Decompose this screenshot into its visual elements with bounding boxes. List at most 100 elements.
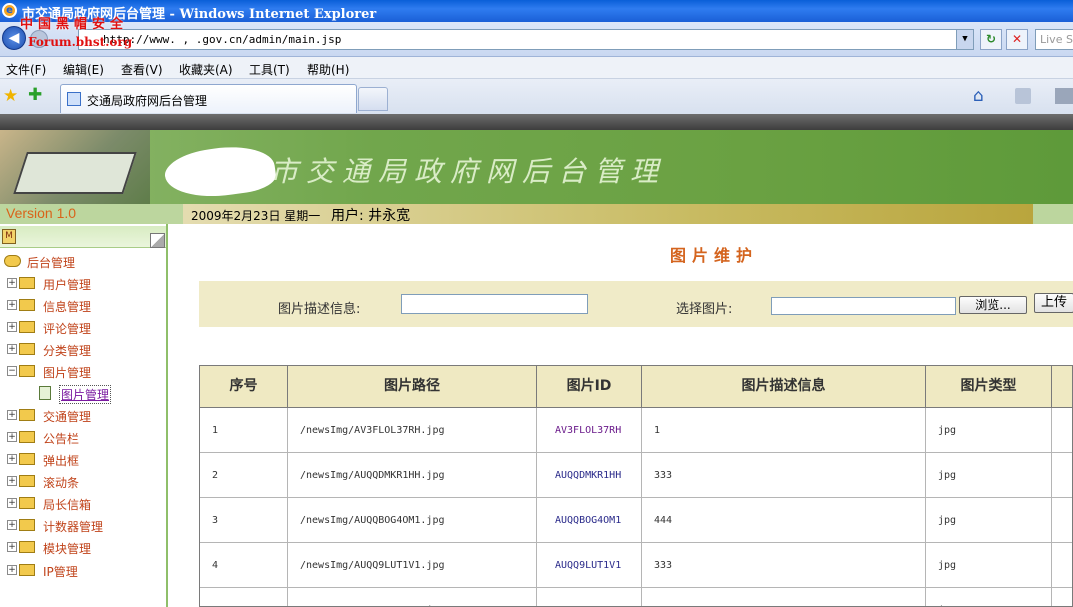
- folder-icon: [19, 277, 35, 289]
- cell-id: AUQQ8AFFBAY: [537, 588, 642, 606]
- cell-path: /newsImg/AUQQBOG4OM1.jpg: [288, 498, 537, 543]
- menu-tools[interactable]: 工具(T): [249, 61, 290, 78]
- cell-desc: 1: [642, 408, 926, 453]
- expand-icon[interactable]: +: [7, 565, 17, 575]
- folder-icon: [19, 431, 35, 443]
- feed-icon[interactable]: [1015, 88, 1031, 104]
- column-header: 图片ID: [537, 366, 642, 408]
- tab-active[interactable]: 交通局政府网后台管理: [60, 84, 357, 113]
- sidebar-item-label: 滚动条: [43, 476, 80, 490]
- sidebar-item-label: 评论管理: [43, 322, 92, 336]
- sidebar-item-label: 弹出框: [43, 454, 80, 468]
- version-label: Version 1.0: [6, 205, 77, 221]
- chevron-down-icon[interactable]: ▼: [956, 30, 973, 49]
- ie-logo-icon: e: [2, 3, 17, 18]
- laptop-image: [0, 130, 150, 204]
- cell-type: jpg: [926, 408, 1052, 453]
- cell-path: /newsImg/AUQQ8AFFBAY.jpg: [288, 588, 537, 606]
- cell-id: AUQQ9LUT1V1: [537, 543, 642, 588]
- menu-edit[interactable]: 编辑(E): [63, 61, 104, 78]
- address-url: http://www. , .gov.cn/admin/main.jsp: [103, 33, 342, 46]
- folder-icon: [19, 475, 35, 487]
- folder-open-icon: [19, 365, 35, 377]
- expand-icon[interactable]: +: [7, 278, 17, 288]
- new-tab-button[interactable]: [358, 87, 388, 111]
- expand-icon[interactable]: +: [7, 454, 17, 464]
- expand-icon[interactable]: +: [7, 520, 17, 530]
- add-favorite-icon[interactable]: ✚: [28, 85, 42, 105]
- sidebar-item-label: 交通管理: [43, 410, 92, 424]
- desc-input[interactable]: [401, 294, 588, 314]
- sidebar-item-label: 公告栏: [43, 432, 80, 446]
- sidebar-item-label: 信息管理: [43, 300, 92, 314]
- cell-desc: 333: [642, 453, 926, 498]
- cell-id: AUQQBOG4OM1: [537, 498, 642, 543]
- cell-index: 4: [200, 543, 288, 588]
- search-input[interactable]: Live S: [1035, 29, 1073, 50]
- select-label: 选择图片:: [676, 302, 733, 317]
- file-input[interactable]: [771, 297, 956, 315]
- folder-icon: [19, 299, 35, 311]
- watermark-url: Forum.bhst.org: [28, 35, 133, 49]
- column-header: 序号: [200, 366, 288, 408]
- sidebar-header: [0, 226, 166, 248]
- cell-extra: [1052, 408, 1072, 453]
- sidebar-item-label: 计数器管理: [43, 520, 104, 534]
- sidebar-leaf-label[interactable]: 图片管理: [59, 385, 112, 404]
- folder-icon: [19, 343, 35, 355]
- cell-type: jpg: [926, 543, 1052, 588]
- expand-icon[interactable]: +: [7, 322, 17, 332]
- cell-type: jpg: [926, 588, 1052, 606]
- menu-favorites[interactable]: 收藏夹(A): [179, 61, 233, 78]
- browse-button[interactable]: 浏览...: [959, 296, 1027, 314]
- expand-icon[interactable]: +: [7, 498, 17, 508]
- address-input[interactable]: http://www. , .gov.cn/admin/main.jsp ▼: [78, 29, 974, 50]
- menu-view[interactable]: 查看(V): [121, 61, 163, 78]
- site-banner: 市交通局政府网后台管理: [0, 130, 1073, 204]
- refresh-button[interactable]: ↻: [980, 29, 1002, 50]
- home-icon[interactable]: M: [2, 229, 16, 244]
- page-title: 图片维护: [670, 246, 759, 265]
- desc-label: 图片描述信息:: [278, 302, 361, 317]
- column-header: 图片描述信息: [642, 366, 926, 408]
- expand-icon[interactable]: +: [7, 344, 17, 354]
- tab-title: 交通局政府网后台管理: [87, 94, 208, 108]
- sidebar-item-label: 局长信箱: [43, 498, 92, 512]
- folder-icon: [19, 497, 35, 509]
- favorites-star-icon[interactable]: ★: [3, 86, 18, 106]
- folder-icon: [19, 453, 35, 465]
- cell-extra: [1052, 498, 1072, 543]
- cell-index: 3: [200, 498, 288, 543]
- cell-path: /newsImg/AUQQDMKR1HH.jpg: [288, 453, 537, 498]
- folder-icon: [19, 409, 35, 421]
- cell-index: 5: [200, 588, 288, 606]
- expand-icon[interactable]: +: [7, 410, 17, 420]
- image-table: 序号 图片路径 图片ID 图片描述信息 图片类型 1 /newsImg/AV3F…: [199, 365, 1073, 607]
- expand-icon[interactable]: +: [7, 476, 17, 486]
- expand-icon[interactable]: +: [7, 432, 17, 442]
- tree-root-label: 后台管理: [27, 256, 76, 270]
- stop-button[interactable]: ✕: [1006, 29, 1028, 50]
- menu-help[interactable]: 帮助(H): [307, 61, 349, 78]
- cell-id: AV3FLOL37RH: [537, 408, 642, 453]
- cell-desc: 333: [642, 543, 926, 588]
- home-icon[interactable]: ⌂: [973, 86, 984, 106]
- redaction-blot: [162, 140, 278, 204]
- collapse-icon[interactable]: [150, 233, 165, 248]
- menu-file[interactable]: 文件(F): [6, 61, 46, 78]
- sidebar-item-label: 用户管理: [43, 278, 92, 292]
- expand-icon[interactable]: +: [7, 300, 17, 310]
- collapse-icon[interactable]: −: [7, 366, 17, 376]
- page-top-strip: [0, 114, 1073, 130]
- cell-id: AUQQDMKR1HH: [537, 453, 642, 498]
- sidebar-item-label: 模块管理: [43, 542, 92, 556]
- column-header: 图片路径: [288, 366, 537, 408]
- cell-path: /newsImg/AV3FLOL37RH.jpg: [288, 408, 537, 453]
- expand-icon[interactable]: +: [7, 542, 17, 552]
- upload-button[interactable]: 上传: [1034, 293, 1073, 313]
- window-title-bar[interactable]: e 市交通局政府网后台管理 - Windows Internet Explore…: [0, 0, 1073, 22]
- column-header-extra: [1052, 366, 1072, 408]
- cell-desc: 444: [642, 498, 926, 543]
- cell-path: /newsImg/AUQQ9LUT1V1.jpg: [288, 543, 537, 588]
- print-icon[interactable]: [1055, 88, 1073, 104]
